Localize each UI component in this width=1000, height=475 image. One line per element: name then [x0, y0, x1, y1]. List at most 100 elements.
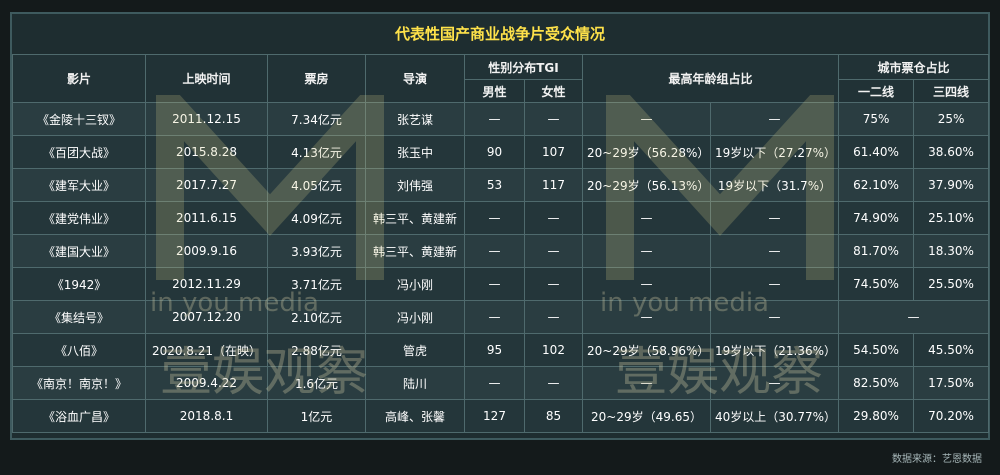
cell-tier12: 74.90% [838, 201, 915, 235]
cell-box-office: 2.88亿元 [267, 333, 366, 367]
cell-tier34: 25% [913, 102, 990, 136]
cell-box-office: 7.34亿元 [267, 102, 366, 136]
cell-film: 《百团大战》 [12, 135, 146, 169]
cell-female: — [523, 267, 584, 301]
cell-age-top1: 20~29岁（58.96%） [582, 333, 712, 367]
cell-male: 53 [464, 168, 525, 202]
cell-tier12: 82.50% [838, 366, 915, 400]
cell-director: 张艺谋 [365, 102, 465, 136]
header-tier34: 三四线 [913, 79, 990, 103]
cell-box-office: 4.05亿元 [267, 168, 366, 202]
cell-tier34: 45.50% [913, 333, 990, 367]
cell-tier12: 29.80% [838, 399, 915, 433]
cell-age-top2: — [710, 201, 840, 235]
cell-age-top1: 20~29岁（56.13%） [582, 168, 712, 202]
cell-release: 2009.9.16 [145, 234, 268, 268]
cell-female: 107 [523, 135, 584, 169]
cell-age-top1: — [582, 201, 712, 235]
data-source: 数据来源：艺恩数据 [892, 454, 982, 465]
cell-age-top2: — [710, 234, 840, 268]
cell-age-top2: — [710, 300, 840, 334]
cell-male: — [464, 300, 525, 334]
cell-director: 冯小刚 [365, 267, 465, 301]
cell-tier34: 17.50% [913, 366, 990, 400]
cell-male: — [464, 102, 525, 136]
table-row: 《浴血广昌》 2018.8.1 1亿元 高峰、张馨 127 85 20~29岁（49.65）… [12, 399, 990, 433]
cell-tier34: 70.20% [913, 399, 990, 433]
cell-director: 张玉中 [365, 135, 465, 169]
header-gender-tgi: 性别分布TGI [463, 54, 584, 80]
cell-film: 《南京！南京！》 [12, 366, 146, 400]
cell-release: 2011.12.15 [145, 102, 268, 136]
cell-tier12: 75% [838, 102, 915, 136]
cell-box-office: 1.6亿元 [267, 366, 366, 400]
cell-director: 韩三平、黄建新 [365, 234, 465, 268]
cell-female: 102 [523, 333, 584, 367]
cell-female: — [523, 234, 584, 268]
cell-male: — [464, 234, 525, 268]
table-row: 《建党伟业》 2011.6.15 4.09亿元 韩三平、黄建新 — — — —74.90% 25… [12, 201, 990, 235]
cell-tier12: 54.50% [838, 333, 915, 367]
cell-film: 《1942》 [12, 267, 146, 301]
cell-director: 高峰、张馨 [365, 399, 465, 433]
cell-age-top2: 19岁以下（27.27%） [710, 135, 840, 169]
cell-age-top1: — [582, 300, 712, 334]
cell-director: 刘伟强 [365, 168, 465, 202]
header-film: 影片 [12, 54, 146, 103]
table-row: 《八佰》 2020.8.21（在映） 2.88亿元 管虎 95 102 20~29岁（58.… [12, 333, 990, 367]
cell-male: 95 [464, 333, 525, 367]
cell-tier34: 25.50% [913, 267, 990, 301]
header-top-age: 最高年龄组占比 [582, 54, 840, 103]
header-director: 导演 [365, 54, 465, 103]
cell-male: — [464, 201, 525, 235]
cell-box-office: 1亿元 [267, 399, 366, 433]
data-table: 影片 上映时间 票房 导演 性别分布TGI 最高年龄组占比 城市票仓占比 男性 … [12, 54, 990, 433]
cell-age-top2: — [710, 267, 840, 301]
cell-release: 2017.7.27 [145, 168, 268, 202]
cell-age-top1: — [582, 234, 712, 268]
cell-age-top2: 19岁以下（21.36%） [710, 333, 840, 367]
cell-male: 90 [464, 135, 525, 169]
cell-film: 《八佰》 [12, 333, 146, 367]
cell-director: 管虎 [365, 333, 465, 367]
cell-female: 85 [523, 399, 584, 433]
cell-female: — [523, 366, 584, 400]
cell-director: 韩三平、黄建新 [365, 201, 465, 235]
cell-male: — [464, 267, 525, 301]
table-row: 《金陵十三钗》 2011.12.15 7.34亿元 张艺谋 — — — —75% 25% [12, 102, 990, 136]
cell-tier12: 62.10% [838, 168, 915, 202]
header-female: 女性 [523, 79, 584, 103]
cell-male: — [464, 366, 525, 400]
cell-release: 2011.6.15 [145, 201, 268, 235]
cell-director: 陆川 [365, 366, 465, 400]
cell-release: 2007.12.20 [145, 300, 268, 334]
header-tier12: 一二线 [838, 79, 915, 103]
cell-female: 117 [523, 168, 584, 202]
cell-release: 2020.8.21（在映） [145, 333, 268, 367]
cell-age-top1: 20~29岁（49.65） [582, 399, 712, 433]
header-box-office: 票房 [267, 54, 366, 103]
cell-film: 《浴血广昌》 [12, 399, 146, 433]
table-row: 《建军大业》 2017.7.27 4.05亿元 刘伟强 53 117 20~29岁（56.1… [12, 168, 990, 202]
cell-film: 《建党伟业》 [12, 201, 146, 235]
cell-age-top1: — [582, 366, 712, 400]
cell-box-office: 3.93亿元 [267, 234, 366, 268]
table-row: 《1942》 2012.11.29 3.71亿元 冯小刚 — — — —74.50% 25.50… [12, 267, 990, 301]
cell-box-office: 4.09亿元 [267, 201, 366, 235]
cell-release: 2012.11.29 [145, 267, 268, 301]
cell-age-top1: — [582, 102, 712, 136]
cell-release: 2018.8.1 [145, 399, 268, 433]
cell-age-top2: 40岁以上（30.77%） [710, 399, 840, 433]
cell-age-top2: — [710, 102, 840, 136]
cell-age-top1: — [582, 267, 712, 301]
cell-female: — [523, 102, 584, 136]
table-row: 《集结号》 2007.12.20 2.10亿元 冯小刚 — — — — — [12, 300, 990, 334]
header-city-share: 城市票仓占比 [838, 54, 990, 80]
cell-release: 2009.4.22 [145, 366, 268, 400]
table-title: 代表性国产商业战争片受众情况 [394, 25, 605, 43]
cell-male: 127 [464, 399, 525, 433]
cell-tier12: 74.50% [838, 267, 915, 301]
table-row: 《建国大业》 2009.9.16 3.93亿元 韩三平、黄建新 — — — —81.70% 18… [12, 234, 990, 268]
cell-film: 《集结号》 [12, 300, 146, 334]
header-male: 男性 [464, 79, 525, 103]
